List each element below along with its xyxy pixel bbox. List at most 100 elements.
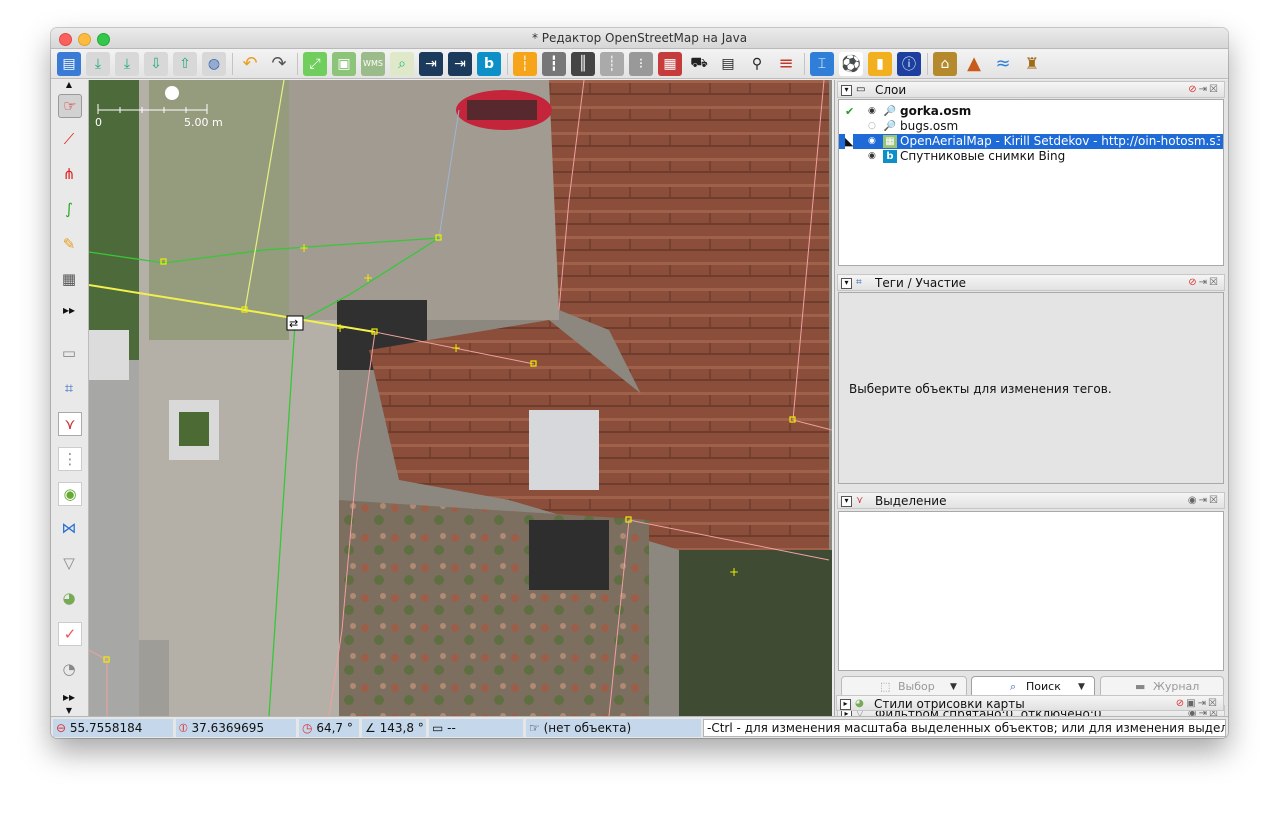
- visibility-eye-icon[interactable]: ◉: [868, 149, 876, 164]
- selection-panel-header[interactable]: ▾ ⋎ Выделение ◉⇥☒: [837, 492, 1225, 509]
- selection-panel-icon[interactable]: ⋎: [58, 412, 82, 436]
- building-tool-icon[interactable]: ▦: [58, 268, 80, 290]
- railway-icon[interactable]: ≡: [774, 52, 798, 76]
- tags-panel-header[interactable]: ▾ ⌗ Теги / Участие ⊘⇥☒: [837, 274, 1225, 291]
- map-styles-panel-header[interactable]: ▸ ◕ Стили отрисовки карты ⊘▣⇥☒: [836, 695, 1224, 711]
- tags-panel-icon[interactable]: ⌗: [58, 377, 80, 399]
- hide-icon[interactable]: ⊘: [1188, 277, 1198, 288]
- bus-icon[interactable]: ▤: [716, 52, 740, 76]
- angle-value: 143,8 °: [379, 721, 424, 735]
- angle-icon: ∠: [365, 721, 376, 735]
- close-icon[interactable]: ☒: [1209, 277, 1220, 288]
- hide-icon[interactable]: ⊘: [1188, 84, 1198, 95]
- layers-panel-icon[interactable]: ▭: [58, 342, 80, 364]
- pin-icon[interactable]: ⇥: [1198, 698, 1208, 709]
- wms-icon[interactable]: WMS: [361, 51, 385, 76]
- layer-row-bing[interactable]: ◉ b Спутниковые снимки Bing: [839, 149, 1223, 164]
- save-icon[interactable]: ⤓: [86, 51, 110, 76]
- panel-window-buttons[interactable]: ⊘▣⇥☒: [1176, 698, 1219, 709]
- relations-panel-icon[interactable]: ⋮: [58, 447, 82, 471]
- tracks-icon[interactable]: ┊: [600, 51, 624, 76]
- bing-logo-icon[interactable]: b: [477, 51, 501, 76]
- save-as-icon[interactable]: ⤓: [115, 51, 139, 76]
- hide-icon[interactable]: ⊘: [1176, 698, 1186, 709]
- layer-row-bugs[interactable]: ○ 🔎 bugs.osm: [839, 119, 1223, 134]
- select-mode-icon[interactable]: ☞: [58, 94, 82, 118]
- zoom-to-data-icon[interactable]: ⤢: [303, 51, 327, 76]
- notes-panel-icon[interactable]: ✓: [58, 622, 82, 646]
- side-panels: ▾ ▭ Слои ⊘⇥☒ ✔ ◉ 🔎 gorka.osm ○ 🔎 bugs.os…: [834, 80, 1228, 721]
- validation-panel-icon[interactable]: ◉: [58, 482, 82, 506]
- object-cursor-icon: ☞: [529, 721, 540, 735]
- search-zoom-icon[interactable]: ⌕: [390, 51, 414, 76]
- osm-layer-icon: 🔎: [883, 121, 897, 132]
- pin-icon[interactable]: ⇥: [1199, 495, 1209, 506]
- draw-mode-icon[interactable]: ⟋: [58, 128, 80, 150]
- tags-panel-body: Выберите объекты для изменения тегов.: [838, 292, 1224, 484]
- open-file-icon[interactable]: ▤: [57, 51, 81, 76]
- traffic-light-icon[interactable]: ⁝: [629, 51, 653, 76]
- layer-row-gorka[interactable]: ✔ ◉ 🔎 gorka.osm: [839, 104, 1223, 119]
- bing-road-icon[interactable]: ⇥: [419, 51, 443, 76]
- football-icon[interactable]: ⚽: [839, 51, 863, 76]
- car-icon[interactable]: ⛟: [687, 52, 711, 76]
- visibility-eye-icon[interactable]: ◉: [868, 134, 876, 149]
- palette-icon: ◕: [855, 698, 864, 709]
- close-icon[interactable]: ☒: [1208, 698, 1219, 709]
- scroll-down-icon[interactable]: ▼: [58, 706, 80, 715]
- collapse-icon[interactable]: ▾: [841, 278, 852, 289]
- selection-panel-title: Выделение: [875, 494, 947, 508]
- status-bar: ⊖ 55.7558184 ⦶ 37.6369695 ◷ 64,7 ° ∠ 143…: [51, 716, 1228, 738]
- conflicts-panel-icon[interactable]: ⋈: [58, 517, 80, 539]
- pin-icon[interactable]: ⇥: [1199, 84, 1209, 95]
- expand-icon[interactable]: ▸: [840, 699, 851, 710]
- selection-list[interactable]: [838, 511, 1224, 671]
- collapse-icon[interactable]: ▾: [841, 496, 852, 507]
- peak-icon[interactable]: ▲: [962, 52, 986, 76]
- beverage-icon[interactable]: ▮: [868, 51, 892, 76]
- upload-icon[interactable]: ⇧: [173, 51, 197, 76]
- scroll-up-icon[interactable]: ▲: [58, 80, 80, 89]
- settings-icon[interactable]: ▣: [1186, 698, 1197, 709]
- close-icon[interactable]: ☒: [1209, 495, 1220, 506]
- improve-way-icon[interactable]: ⋔: [58, 163, 80, 185]
- close-icon[interactable]: ☒: [1209, 84, 1220, 95]
- freehand-draw-icon[interactable]: ✎: [58, 233, 80, 255]
- download-icon[interactable]: ⇩: [144, 51, 168, 76]
- parallel-way-icon[interactable]: ∫: [58, 198, 80, 220]
- industrial-icon[interactable]: ⌂: [933, 51, 957, 76]
- visibility-eye-icon[interactable]: ○: [868, 119, 876, 134]
- heading-icon: ◷: [302, 721, 313, 735]
- eye-icon[interactable]: ◉: [1188, 495, 1199, 506]
- redo-icon[interactable]: ↷: [267, 52, 291, 76]
- road-icon[interactable]: ┇: [542, 51, 566, 76]
- lane-icon[interactable]: ┆: [513, 51, 537, 76]
- undo-icon[interactable]: ↶: [238, 52, 262, 76]
- hotel-icon[interactable]: ⌶: [810, 51, 834, 76]
- information-icon[interactable]: ⓘ: [897, 51, 921, 76]
- bing-sat-icon[interactable]: ⇥: [448, 51, 472, 76]
- move-handle-icon[interactable]: ◣: [845, 134, 854, 149]
- layer-row-openaerialmap[interactable]: ◣ ◉ ▦ OpenAerialMap - Kirill Setdekov - …: [839, 134, 1223, 149]
- more-modes-icon[interactable]: ▸▸: [58, 299, 80, 321]
- minimap-panel-icon[interactable]: ◔: [58, 658, 80, 680]
- longitude-icon: ⦶: [179, 721, 188, 735]
- castle-icon[interactable]: ♜: [1020, 52, 1044, 76]
- filter-panel-icon[interactable]: ▽: [58, 552, 80, 574]
- panel-window-buttons[interactable]: ⊘⇥☒: [1188, 277, 1220, 288]
- panel-window-buttons[interactable]: ◉⇥☒: [1188, 495, 1220, 506]
- bicycle-icon[interactable]: ⚲: [745, 52, 769, 76]
- map-styles-panel-icon[interactable]: ◕: [58, 587, 80, 609]
- visibility-eye-icon[interactable]: ◉: [868, 104, 876, 119]
- map-view[interactable]: + + + + + ⇄ 0 5.00 m: [89, 80, 832, 716]
- panel-window-buttons[interactable]: ⊘⇥☒: [1188, 84, 1220, 95]
- latitude-value: 55.7558184: [69, 721, 143, 735]
- waterway-icon[interactable]: ≈: [991, 52, 1015, 76]
- barrier-icon[interactable]: ▦: [658, 51, 682, 76]
- collapse-icon[interactable]: ▾: [841, 85, 852, 96]
- pin-icon[interactable]: ⇥: [1199, 277, 1209, 288]
- layers-panel-header[interactable]: ▾ ▭ Слои ⊘⇥☒: [837, 81, 1225, 98]
- upload-changes-icon[interactable]: ◍: [202, 51, 226, 76]
- highway-icon[interactable]: ║: [571, 51, 595, 76]
- zoom-to-selection-icon[interactable]: ▣: [332, 51, 356, 76]
